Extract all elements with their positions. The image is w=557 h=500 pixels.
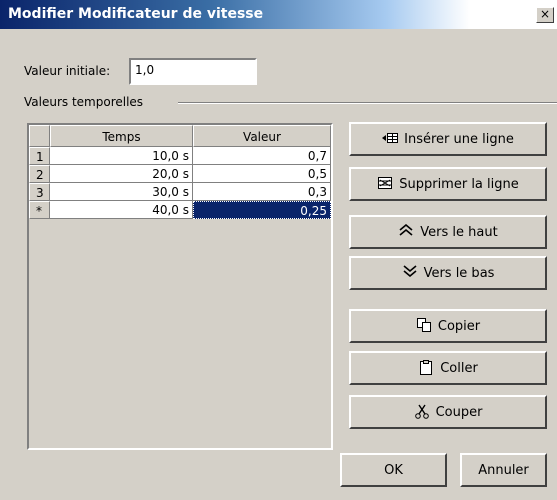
initial-value-field[interactable]: 1,0 bbox=[129, 58, 257, 85]
cut-label: Couper bbox=[435, 404, 483, 420]
window-title: Modifier Modificateur de vitesse bbox=[8, 6, 264, 22]
move-up-label: Vers le haut bbox=[420, 224, 498, 240]
row-header[interactable]: 1 bbox=[29, 147, 50, 165]
paste-label: Coller bbox=[440, 360, 478, 376]
value-cell-selected[interactable]: 0,25 bbox=[193, 201, 331, 219]
move-down-button[interactable]: Vers le bas bbox=[349, 256, 547, 290]
ok-button[interactable]: OK bbox=[340, 453, 447, 487]
move-down-icon bbox=[402, 265, 418, 281]
group-divider bbox=[178, 102, 557, 104]
delete-row-icon bbox=[377, 176, 393, 192]
copy-icon bbox=[416, 318, 432, 334]
delete-row-label: Supprimer la ligne bbox=[399, 176, 519, 192]
corner-header bbox=[29, 125, 50, 147]
insert-row-icon bbox=[382, 131, 399, 147]
delete-row-button[interactable]: Supprimer la ligne bbox=[349, 167, 547, 201]
column-header-value[interactable]: Valeur bbox=[193, 125, 331, 147]
paste-button[interactable]: Coller bbox=[349, 351, 547, 385]
group-label: Valeurs temporelles bbox=[24, 95, 144, 109]
move-down-label: Vers le bas bbox=[423, 265, 495, 281]
paste-icon bbox=[418, 360, 434, 376]
close-button[interactable]: × bbox=[536, 7, 554, 23]
row-header[interactable]: 3 bbox=[29, 183, 50, 201]
time-cell[interactable]: 10,0 s bbox=[50, 147, 193, 165]
title-bar: Modifier Modificateur de vitesse × bbox=[0, 0, 557, 29]
value-cell[interactable]: 0,5 bbox=[193, 165, 331, 183]
value-cell[interactable]: 0,7 bbox=[193, 147, 331, 165]
cut-button[interactable]: Couper bbox=[349, 395, 547, 429]
insert-row-label: Insérer une ligne bbox=[404, 131, 514, 147]
initial-value-label: Valeur initiale: bbox=[24, 64, 111, 78]
move-up-icon bbox=[398, 223, 414, 240]
time-cell[interactable]: 20,0 s bbox=[50, 165, 193, 183]
column-header-time[interactable]: Temps bbox=[50, 125, 193, 147]
insert-row-button[interactable]: Insérer une ligne bbox=[349, 122, 547, 156]
row-header[interactable]: 2 bbox=[29, 165, 50, 183]
time-values-table[interactable]: Temps Valeur 1 10,0 s 0,7 2 20,0 s 0,5 3… bbox=[27, 123, 333, 450]
move-up-button[interactable]: Vers le haut bbox=[349, 215, 547, 249]
value-cell[interactable]: 0,3 bbox=[193, 183, 331, 201]
row-header[interactable]: * bbox=[29, 201, 50, 219]
scissors-icon bbox=[414, 404, 430, 420]
time-cell[interactable]: 40,0 s bbox=[50, 201, 193, 219]
time-cell[interactable]: 30,0 s bbox=[50, 183, 193, 201]
cancel-button[interactable]: Annuler bbox=[460, 453, 547, 487]
copy-button[interactable]: Copier bbox=[349, 309, 547, 343]
copy-label: Copier bbox=[437, 318, 481, 334]
